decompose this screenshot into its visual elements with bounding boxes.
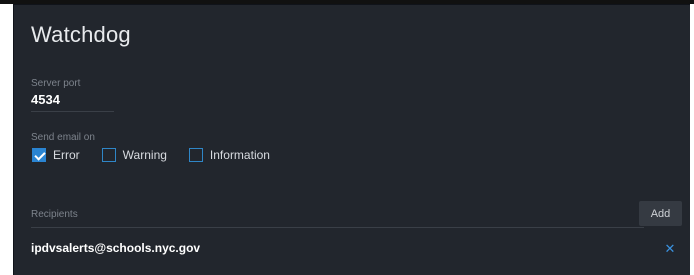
server-port-underline bbox=[31, 111, 114, 112]
add-recipient-button[interactable]: Add bbox=[639, 201, 682, 226]
send-email-label: Send email on bbox=[31, 132, 95, 143]
close-icon[interactable]: ✕ bbox=[664, 242, 676, 255]
watchdog-panel: Watchdog Server port 4534 Send email on … bbox=[13, 4, 690, 275]
warning-label[interactable]: Warning bbox=[123, 148, 167, 162]
option-information[interactable]: Information bbox=[188, 148, 270, 162]
recipients-underline bbox=[31, 227, 644, 228]
email-options: Error Warning Information bbox=[32, 148, 292, 162]
warning-checkbox[interactable] bbox=[101, 148, 116, 162]
error-label[interactable]: Error bbox=[53, 148, 80, 162]
panel-title: Watchdog bbox=[31, 22, 131, 47]
information-checkbox[interactable] bbox=[188, 148, 203, 162]
option-warning[interactable]: Warning bbox=[101, 148, 167, 162]
server-port-label: Server port bbox=[31, 78, 81, 89]
information-label[interactable]: Information bbox=[210, 148, 270, 162]
option-error[interactable]: Error bbox=[32, 148, 80, 162]
recipients-label: Recipients bbox=[31, 209, 78, 220]
error-checkbox[interactable] bbox=[32, 148, 46, 162]
recipient-email: ipdvsalerts@schools.nyc.gov bbox=[31, 241, 201, 255]
screen: Watchdog Server port 4534 Send email on … bbox=[0, 0, 694, 275]
server-port-input[interactable]: 4534 bbox=[31, 92, 60, 107]
